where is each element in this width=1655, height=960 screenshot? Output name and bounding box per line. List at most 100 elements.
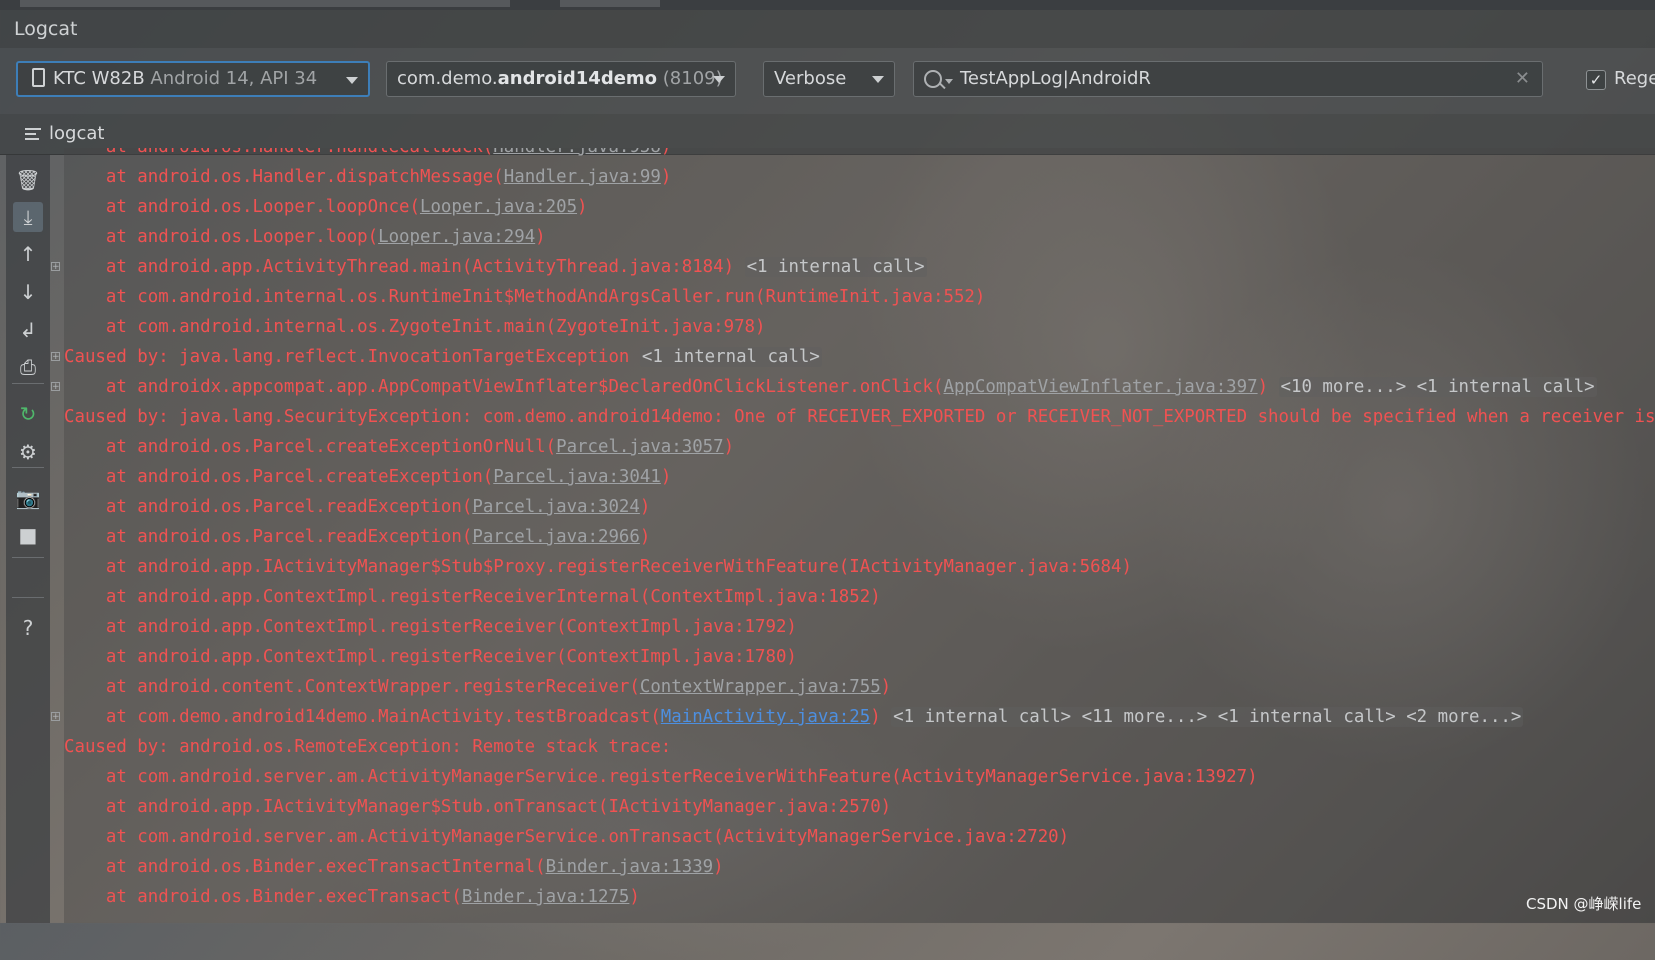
log-line: at android.content.ContextWrapper.regist…: [64, 672, 891, 702]
log-text: ): [1257, 377, 1279, 397]
source-link[interactable]: Handler.java:958: [493, 148, 661, 157]
screen-capture-button[interactable]: 📷: [13, 483, 43, 513]
expand-fold-icon[interactable]: +: [51, 712, 60, 722]
camera-icon: 📷: [15, 486, 41, 510]
collapsed-calls[interactable]: <10 more...> <1 internal call>: [1278, 377, 1597, 397]
log-line: at android.os.Handler.handleCallback(Han…: [64, 148, 671, 162]
logcat-title-bar: Logcat: [0, 10, 1655, 48]
restart-logcat-button[interactable]: ↻: [13, 399, 43, 429]
log-text: at com.android.server.am.ActivityManager…: [64, 767, 1258, 787]
log-line: Caused by: android.os.RemoteException: R…: [64, 732, 671, 762]
log-text: ): [870, 707, 892, 727]
expand-fold-icon[interactable]: +: [51, 382, 60, 392]
search-input[interactable]: TestAppLog|AndroidR ✕: [913, 61, 1543, 97]
soft-wrap-button[interactable]: ↲: [13, 315, 43, 345]
scroll-up-button[interactable]: ↑: [13, 239, 43, 269]
expand-fold-icon[interactable]: +: [51, 352, 60, 362]
log-line: at android.app.ContextImpl.registerRecei…: [64, 582, 881, 612]
chevron-down-icon: [872, 76, 884, 83]
log-text: ): [713, 857, 724, 877]
scroll-to-end-button[interactable]: ⤓: [13, 202, 43, 232]
settings-button[interactable]: ⚙: [13, 437, 43, 467]
log-line: at android.os.Looper.loop(Looper.java:29…: [64, 222, 546, 252]
source-link[interactable]: Parcel.java:3041: [493, 467, 661, 487]
log-line: at android.os.Parcel.createException(Par…: [64, 462, 671, 492]
logcat-tab-icon: [25, 128, 41, 140]
logcat-side-toolbar: 🗑 ⤓ ↑ ↓ ↲ ⎙ ↻ ⚙ 📷 ■?: [6, 155, 50, 923]
gear-icon: ⚙: [19, 440, 37, 464]
tab-logcat[interactable]: logcat: [49, 123, 104, 144]
clear-logcat-button[interactable]: 🗑: [13, 165, 43, 195]
source-link[interactable]: Looper.java:294: [378, 227, 535, 247]
log-text: at android.os.Looper.loop(: [64, 227, 379, 247]
log-text: ): [577, 197, 588, 217]
source-link[interactable]: Parcel.java:3057: [556, 437, 724, 457]
source-link[interactable]: Handler.java:99: [504, 167, 661, 187]
collapsed-calls[interactable]: <1 internal call> <11 more...> <1 intern…: [891, 707, 1524, 727]
log-line: at com.android.internal.os.ZygoteInit.ma…: [64, 312, 766, 342]
source-link[interactable]: Looper.java:205: [420, 197, 577, 217]
log-text: at android.app.IActivityManager$Stub$Pro…: [64, 557, 1132, 577]
log-line: at android.os.Parcel.readException(Parce…: [64, 522, 650, 552]
log-text: at android.os.Handler.dispatchMessage(: [64, 167, 504, 187]
sidebar-separator: [12, 557, 44, 558]
scroll-down-button[interactable]: ↓: [13, 277, 43, 307]
regex-label: Rege: [1614, 68, 1655, 89]
log-text: at android.os.Looper.loopOnce(: [64, 197, 420, 217]
source-link[interactable]: Binder.java:1275: [462, 887, 630, 907]
log-level-value: Verbose: [774, 68, 847, 89]
log-view[interactable]: at android.os.Handler.handleCallback(Han…: [64, 148, 1655, 923]
log-text: at android.app.ContextImpl.registerRecei…: [64, 617, 797, 637]
device-selector[interactable]: KTC W82B Android 14, API 34: [16, 61, 370, 97]
source-link[interactable]: Parcel.java:2966: [472, 527, 640, 547]
process-selector[interactable]: com.demo.android14demo (8109): [386, 61, 736, 97]
log-text: at android.os.Binder.execTransactInterna…: [64, 857, 546, 877]
process-prefix: com.demo.: [397, 68, 498, 89]
source-link[interactable]: MainActivity.java:25: [661, 707, 870, 727]
logcat-toolbar: KTC W82B Android 14, API 34 com.demo.and…: [0, 48, 1655, 114]
log-line: at androidx.appcompat.app.AppCompatViewI…: [64, 372, 1597, 402]
log-text: ): [535, 227, 546, 247]
log-text: at com.android.server.am.ActivityManager…: [64, 827, 1070, 847]
source-link[interactable]: Binder.java:1339: [546, 857, 714, 877]
regex-checkbox[interactable]: ✓: [1586, 70, 1606, 90]
log-text: at android.app.ContextImpl.registerRecei…: [64, 647, 797, 667]
chevron-down-icon: [346, 77, 358, 84]
source-link[interactable]: AppCompatViewInflater.java:397: [943, 377, 1257, 397]
arrow-down-icon: ↓: [19, 280, 37, 304]
sidebar-separator: [12, 597, 44, 598]
log-line: at android.app.ContextImpl.registerRecei…: [64, 642, 797, 672]
wrap-icon: ↲: [19, 318, 37, 342]
log-text: at android.os.Binder.execTransact(: [64, 887, 462, 907]
screen-record-button[interactable]: ■: [13, 520, 43, 550]
log-line: at android.app.ContextImpl.registerRecei…: [64, 612, 797, 642]
log-text: ): [661, 148, 671, 157]
scroll-end-icon: ⤓: [23, 205, 33, 229]
search-query: TestAppLog|AndroidR: [960, 68, 1151, 89]
log-text: ): [723, 437, 735, 457]
expand-fold-icon[interactable]: +: [51, 262, 60, 272]
source-link[interactable]: Parcel.java:3024: [472, 497, 640, 517]
sidebar-separator: [12, 467, 44, 468]
log-text: Caused by: android.os.RemoteException: R…: [64, 737, 672, 757]
log-text: at android.app.ContextImpl.registerRecei…: [64, 587, 881, 607]
log-line: at android.app.IActivityManager$Stub$Pro…: [64, 552, 1132, 582]
clear-search-icon[interactable]: ✕: [1515, 62, 1530, 96]
log-line: Caused by: java.lang.SecurityException: …: [64, 402, 1655, 432]
log-text: ): [880, 677, 892, 697]
restart-icon: ↻: [19, 402, 37, 426]
log-text: at androidx.appcompat.app.AppCompatViewI…: [64, 377, 944, 397]
print-button[interactable]: ⎙: [13, 352, 43, 382]
device-detail: Android 14, API 34: [150, 68, 318, 89]
log-level-selector[interactable]: Verbose: [763, 61, 895, 97]
search-icon: [924, 70, 942, 88]
watermark: CSDN @峥嵘life: [1526, 895, 1642, 913]
source-link[interactable]: ContextWrapper.java:755: [640, 677, 881, 697]
help-button[interactable]: ?: [13, 613, 43, 643]
log-text: ): [629, 887, 640, 907]
log-text: at android.app.IActivityManager$Stub.onT…: [64, 797, 892, 817]
collapsed-calls[interactable]: <1 internal call>: [744, 257, 927, 277]
log-line: at android.os.Parcel.readException(Parce…: [64, 492, 650, 522]
collapsed-calls[interactable]: <1 internal call>: [639, 347, 822, 367]
log-text: at android.os.Parcel.createExceptionOrNu…: [64, 437, 557, 457]
